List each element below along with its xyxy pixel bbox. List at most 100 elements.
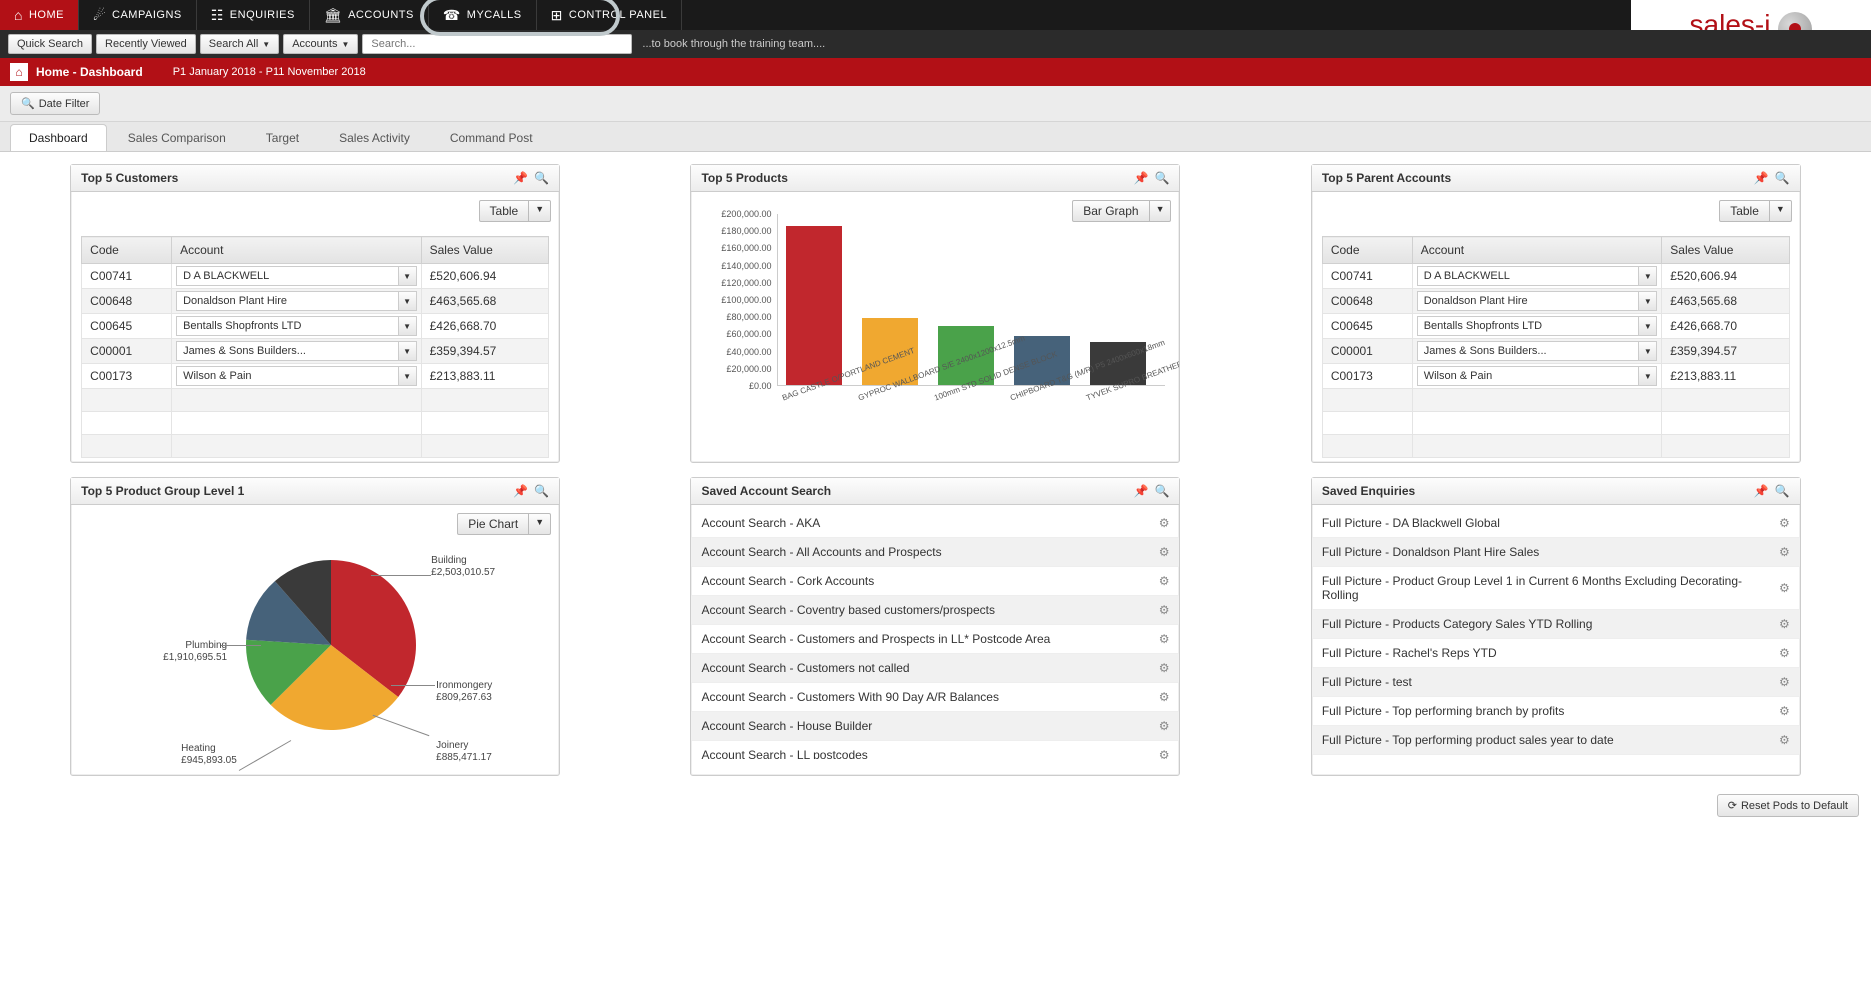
gear-icon[interactable]: ⚙ xyxy=(1159,632,1170,646)
gear-icon[interactable]: ⚙ xyxy=(1159,574,1170,588)
list-item[interactable]: Account Search - Cork Accounts⚙ xyxy=(691,567,1179,596)
gear-icon[interactable]: ⚙ xyxy=(1159,690,1170,704)
list-item[interactable]: Full Picture - DA Blackwell Global⚙ xyxy=(1312,509,1800,538)
search-scope-dropdown[interactable]: Search All▼ xyxy=(200,34,279,54)
col-code[interactable]: Code xyxy=(82,237,172,264)
pin-icon[interactable]: 📌 xyxy=(513,484,528,498)
chart-bar[interactable] xyxy=(786,226,842,385)
table-row[interactable]: C00741D A BLACKWELL▼£520,606.94 xyxy=(1322,264,1789,289)
list-item[interactable]: Full Picture - Top performing branch by … xyxy=(1312,697,1800,726)
table-row[interactable]: C00001James & Sons Builders...▼£359,394.… xyxy=(1322,339,1789,364)
account-dropdown-caret[interactable]: ▼ xyxy=(399,291,417,311)
search-icon[interactable]: 🔍 xyxy=(1155,171,1170,185)
table-row[interactable]: C00648Donaldson Plant Hire▼£463,565.68 xyxy=(82,289,549,314)
search-icon[interactable]: 🔍 xyxy=(1155,484,1170,498)
pin-icon[interactable]: 📌 xyxy=(1754,484,1769,498)
search-icon[interactable]: 🔍 xyxy=(1775,171,1790,185)
recently-viewed-button[interactable]: Recently Viewed xyxy=(96,34,196,54)
list-item[interactable]: Account Search - Customers and Prospects… xyxy=(691,625,1179,654)
table-row[interactable]: C00648Donaldson Plant Hire▼£463,565.68 xyxy=(1322,289,1789,314)
gear-icon[interactable]: ⚙ xyxy=(1159,516,1170,530)
view-caret[interactable]: ▼ xyxy=(529,513,551,535)
list-item[interactable]: Account Search - Customers With 90 Day A… xyxy=(691,683,1179,712)
search-entity-label: Accounts xyxy=(292,38,337,50)
table-row[interactable]: C00645Bentalls Shopfronts LTD▼£426,668.7… xyxy=(82,314,549,339)
table-row[interactable]: C00741D A BLACKWELL▼£520,606.94 xyxy=(82,264,549,289)
gear-icon[interactable]: ⚙ xyxy=(1779,545,1790,559)
col-account[interactable]: Account xyxy=(172,237,422,264)
list-item[interactable]: Account Search - Coventry based customer… xyxy=(691,596,1179,625)
gear-icon[interactable]: ⚙ xyxy=(1159,661,1170,675)
account-dropdown-caret[interactable]: ▼ xyxy=(1639,316,1657,336)
list-item[interactable]: Account Search - House Builder⚙ xyxy=(691,712,1179,741)
account-dropdown-caret[interactable]: ▼ xyxy=(399,366,417,386)
gear-icon[interactable]: ⚙ xyxy=(1779,617,1790,631)
nav-mycalls[interactable]: ☎MYCALLS xyxy=(429,0,537,30)
list-item[interactable]: Account Search - AKA⚙ xyxy=(691,509,1179,538)
gear-icon[interactable]: ⚙ xyxy=(1159,719,1170,733)
pin-icon[interactable]: 📌 xyxy=(513,171,528,185)
nav-home[interactable]: ⌂HOME xyxy=(0,0,79,30)
nav-campaigns[interactable]: ☄CAMPAIGNS xyxy=(79,0,197,30)
account-dropdown-caret[interactable]: ▼ xyxy=(1639,266,1657,286)
search-icon[interactable]: 🔍 xyxy=(1775,484,1790,498)
list-item[interactable]: Account Search - Customers not called⚙ xyxy=(691,654,1179,683)
view-selector[interactable]: Table xyxy=(1719,200,1770,222)
tab-sales-comparison[interactable]: Sales Comparison xyxy=(109,124,245,151)
tab-command-post[interactable]: Command Post xyxy=(431,124,552,151)
account-dropdown-caret[interactable]: ▼ xyxy=(399,266,417,286)
table-row[interactable]: C00001James & Sons Builders...▼£359,394.… xyxy=(82,339,549,364)
view-selector[interactable]: Pie Chart xyxy=(457,513,529,535)
date-filter-button[interactable]: 🔍Date Filter xyxy=(10,92,100,115)
list-item[interactable]: Full Picture - Top performing product sa… xyxy=(1312,726,1800,755)
gear-icon[interactable]: ⚙ xyxy=(1159,545,1170,559)
nav-accounts[interactable]: 🏛ACCOUNTS xyxy=(310,0,429,30)
list-item[interactable]: Full Picture - Products Category Sales Y… xyxy=(1312,610,1800,639)
table-row[interactable]: C00645Bentalls Shopfronts LTD▼£426,668.7… xyxy=(1322,314,1789,339)
table-row[interactable]: C00173Wilson & Pain▼£213,883.11 xyxy=(82,364,549,389)
reset-pods-button[interactable]: ⟳Reset Pods to Default xyxy=(1717,794,1859,817)
account-dropdown-caret[interactable]: ▼ xyxy=(399,341,417,361)
gear-icon[interactable]: ⚙ xyxy=(1779,646,1790,660)
gear-icon[interactable]: ⚙ xyxy=(1159,748,1170,759)
nav-enquiries[interactable]: ☷ENQUIRIES xyxy=(197,0,310,30)
view-caret[interactable]: ▼ xyxy=(529,200,551,222)
tab-sales-activity[interactable]: Sales Activity xyxy=(320,124,429,151)
tab-target[interactable]: Target xyxy=(247,124,318,151)
pin-icon[interactable]: 📌 xyxy=(1754,171,1769,185)
account-dropdown-caret[interactable]: ▼ xyxy=(1639,341,1657,361)
view-caret[interactable]: ▼ xyxy=(1770,200,1792,222)
home-icon[interactable]: ⌂ xyxy=(10,63,28,81)
gear-icon[interactable]: ⚙ xyxy=(1779,516,1790,530)
col-sales[interactable]: Sales Value xyxy=(421,237,549,264)
list-item[interactable]: Full Picture - Rachel's Reps YTD⚙ xyxy=(1312,639,1800,668)
search-icon[interactable]: 🔍 xyxy=(534,484,549,498)
quick-search-button[interactable]: Quick Search xyxy=(8,34,92,54)
list-item[interactable]: Full Picture - Product Group Level 1 in … xyxy=(1312,567,1800,610)
tab-dashboard[interactable]: Dashboard xyxy=(10,124,107,151)
gear-icon[interactable]: ⚙ xyxy=(1779,704,1790,718)
account-dropdown-caret[interactable]: ▼ xyxy=(1639,366,1657,386)
search-entity-dropdown[interactable]: Accounts▼ xyxy=(283,34,358,54)
list-item[interactable]: Account Search - LL postcodes⚙ xyxy=(691,741,1179,759)
nav-control-panel[interactable]: ⊞CONTROL PANEL xyxy=(537,0,682,30)
col-account[interactable]: Account xyxy=(1412,237,1662,264)
view-selector[interactable]: Table xyxy=(479,200,530,222)
list-item[interactable]: Full Picture - test⚙ xyxy=(1312,668,1800,697)
pin-icon[interactable]: 📌 xyxy=(1134,484,1149,498)
col-sales[interactable]: Sales Value xyxy=(1662,237,1790,264)
gear-icon[interactable]: ⚙ xyxy=(1159,603,1170,617)
pin-icon[interactable]: 📌 xyxy=(1134,171,1149,185)
col-code[interactable]: Code xyxy=(1322,237,1412,264)
search-input[interactable] xyxy=(362,34,632,54)
search-icon[interactable]: 🔍 xyxy=(534,171,549,185)
gear-icon[interactable]: ⚙ xyxy=(1779,675,1790,689)
table-row[interactable]: C00173Wilson & Pain▼£213,883.11 xyxy=(1322,364,1789,389)
gear-icon[interactable]: ⚙ xyxy=(1779,581,1790,595)
list-item[interactable]: Full Picture - Donaldson Plant Hire Sale… xyxy=(1312,538,1800,567)
account-dropdown-caret[interactable]: ▼ xyxy=(1639,291,1657,311)
list-item[interactable]: Account Search - All Accounts and Prospe… xyxy=(691,538,1179,567)
account-dropdown-caret[interactable]: ▼ xyxy=(399,316,417,336)
gear-icon[interactable]: ⚙ xyxy=(1779,733,1790,747)
list-item[interactable]: Variance - Accounts falling in building … xyxy=(1312,755,1800,759)
